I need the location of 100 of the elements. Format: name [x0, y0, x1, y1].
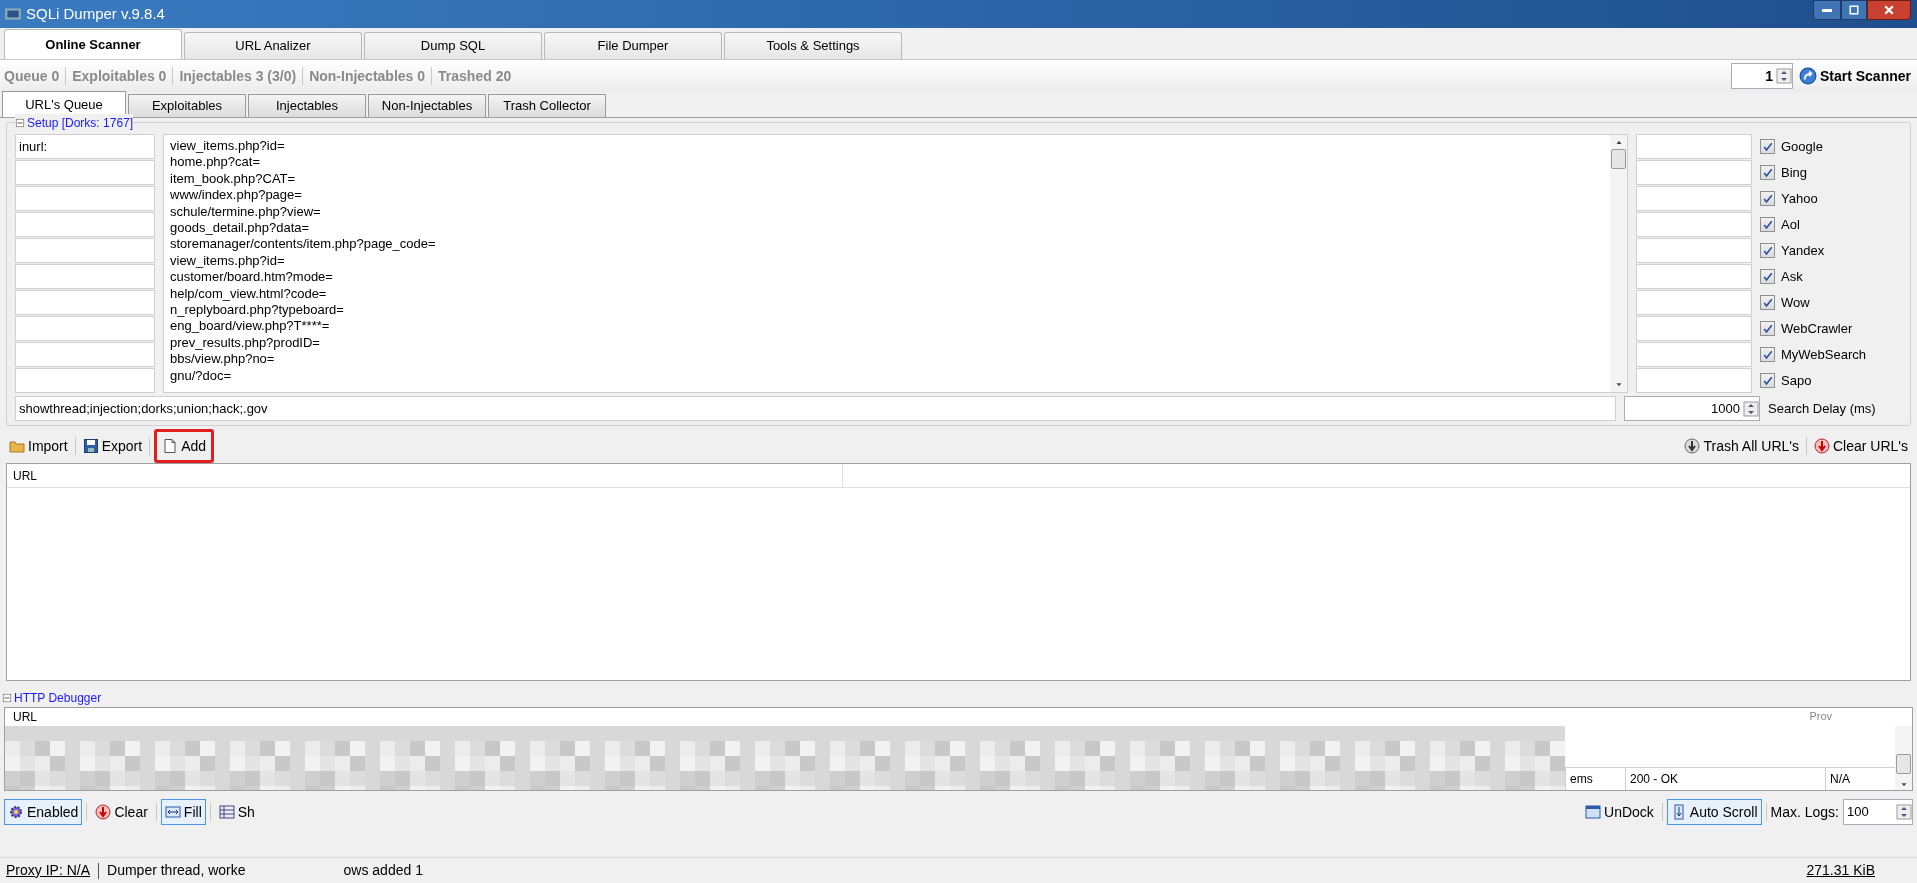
check-icon: [1761, 244, 1774, 257]
main-tab[interactable]: Online Scanner: [4, 29, 182, 59]
main-tab[interactable]: URL Analizer: [184, 32, 362, 59]
status-message: Dumper thread, worke: [107, 861, 246, 880]
main-tab[interactable]: Dump SQL: [364, 32, 542, 59]
dork-line: goods_detail.php?data=: [170, 220, 311, 237]
toolbar-button[interactable]: Auto Scroll: [1666, 799, 1762, 825]
checkbox-label: Ask: [1781, 267, 1803, 286]
checkbox[interactable]: [1760, 139, 1775, 154]
dork-line: gnu/?doc=: [170, 367, 233, 385]
engine-field[interactable]: [1636, 160, 1752, 185]
engine-field[interactable]: [1636, 264, 1752, 289]
sub-tab[interactable]: Injectables: [248, 94, 366, 117]
group-title: HTTP Debugger: [14, 690, 102, 707]
dork-line: prev_results.php?prodID=: [170, 334, 321, 352]
prefix-field[interactable]: [15, 238, 155, 263]
check-icon: [1761, 270, 1774, 283]
prefix-field[interactable]: [15, 342, 155, 367]
checkbox[interactable]: [1760, 191, 1775, 206]
column-header[interactable]: URL: [5, 708, 45, 726]
engine-field[interactable]: [1636, 238, 1752, 263]
dork-line: eng_board/view.php?T****=: [170, 318, 331, 335]
prefix-field[interactable]: [15, 316, 155, 341]
minimize-button[interactable]: [1813, 0, 1841, 20]
down-arrow-badge-icon: [95, 804, 112, 820]
checkbox-label: Yahoo: [1781, 189, 1818, 208]
spinner-arrows-icon: [1896, 801, 1912, 823]
document-icon: [162, 438, 179, 454]
thread-count-spinner[interactable]: 1: [1730, 63, 1793, 89]
delay-spinner[interactable]: 1000: [1624, 396, 1760, 421]
table-cell: 200 - OK: [1625, 768, 1825, 790]
prefix-field[interactable]: [15, 160, 155, 185]
toolbar-button[interactable]: Add: [154, 429, 215, 463]
engine-field[interactable]: [1636, 134, 1752, 159]
main-tab[interactable]: Tools & Settings: [724, 32, 902, 59]
engine-field[interactable]: [1636, 186, 1752, 211]
main-tab[interactable]: File Dumper: [544, 32, 722, 59]
sub-tab[interactable]: Exploitables: [128, 94, 246, 117]
checkbox-label: Google: [1781, 137, 1823, 156]
dork-line: home.php?cat=: [170, 154, 261, 171]
close-button[interactable]: [1867, 0, 1911, 20]
prefix-field[interactable]: [15, 212, 155, 237]
dork-line: schule/termine.php?view=: [170, 203, 322, 221]
start-scanner-button[interactable]: Start Scanner: [1796, 63, 1913, 89]
checkbox[interactable]: [1760, 321, 1775, 336]
maximize-button[interactable]: [1841, 0, 1867, 20]
checkbox[interactable]: [1760, 165, 1775, 180]
collapse-icon: [15, 118, 25, 128]
proxy-link[interactable]: Proxy IP: N/A: [6, 860, 91, 881]
check-icon: [1761, 296, 1774, 309]
checkbox[interactable]: [1760, 269, 1775, 284]
url-table[interactable]: URL: [6, 463, 1911, 681]
prefix-field[interactable]: [15, 368, 155, 393]
prefix-field[interactable]: [15, 264, 155, 289]
toolbar-button[interactable]: Enabled: [4, 799, 83, 825]
engine-field[interactable]: [1636, 212, 1752, 237]
toolbar-button[interactable]: Sh: [214, 799, 259, 825]
checkbox-label: Wow: [1781, 293, 1810, 312]
dork-list[interactable]: [163, 134, 1628, 393]
sub-tab[interactable]: URL's Queue: [2, 91, 126, 117]
exclude-field[interactable]: showthread;injection;dorks;union;hack;.gov: [15, 396, 1616, 421]
engine-field[interactable]: [1636, 316, 1752, 341]
prefix-field[interactable]: inurl:: [15, 134, 155, 159]
spinner-arrows-icon: [1775, 65, 1792, 87]
toolbar-button[interactable]: Trash All URL's: [1681, 433, 1802, 459]
status-message: ows added 1: [343, 861, 423, 880]
max-logs-label: Max. Logs:: [1770, 802, 1839, 822]
scroll-thumb[interactable]: [1611, 149, 1626, 169]
checkbox[interactable]: [1760, 347, 1775, 362]
toolbar-button[interactable]: Import: [6, 433, 71, 459]
toolbar-button[interactable]: Clear URL's: [1810, 433, 1911, 459]
scrollbar[interactable]: [1610, 135, 1627, 392]
table-icon: [218, 804, 235, 820]
toolbar-button[interactable]: UnDock: [1581, 799, 1658, 825]
check-icon: [1761, 218, 1774, 231]
spinner-value: 100: [1847, 803, 1869, 822]
engine-field[interactable]: [1636, 342, 1752, 367]
toolbar-button[interactable]: Clear: [91, 799, 152, 825]
scroll-thumb[interactable]: [1896, 754, 1911, 774]
toolbar-button[interactable]: Fill: [160, 799, 206, 825]
window-icon: [1585, 804, 1601, 820]
checkbox[interactable]: [1760, 217, 1775, 232]
max-logs-spinner[interactable]: 100: [1843, 799, 1913, 825]
prefix-field[interactable]: [15, 290, 155, 315]
close-icon: [1883, 4, 1895, 16]
down-arrow-circle-icon: [1684, 438, 1701, 454]
sub-tab[interactable]: Non-Injectables: [368, 94, 486, 117]
engine-field[interactable]: [1636, 368, 1752, 393]
column-header[interactable]: Prov: [1809, 708, 1832, 726]
checkbox[interactable]: [1760, 295, 1775, 310]
scrollbar[interactable]: [1895, 726, 1912, 790]
checkbox-label: Bing: [1781, 163, 1808, 182]
sub-tab[interactable]: Trash Collector: [488, 94, 606, 117]
toolbar-button[interactable]: Export: [79, 433, 146, 459]
engine-field[interactable]: [1636, 290, 1752, 315]
data-size-link[interactable]: 271.31 KiB: [1806, 860, 1911, 881]
checkbox[interactable]: [1760, 243, 1775, 258]
checkbox[interactable]: [1760, 373, 1775, 388]
column-header[interactable]: URL: [7, 464, 843, 487]
prefix-field[interactable]: [15, 186, 155, 211]
